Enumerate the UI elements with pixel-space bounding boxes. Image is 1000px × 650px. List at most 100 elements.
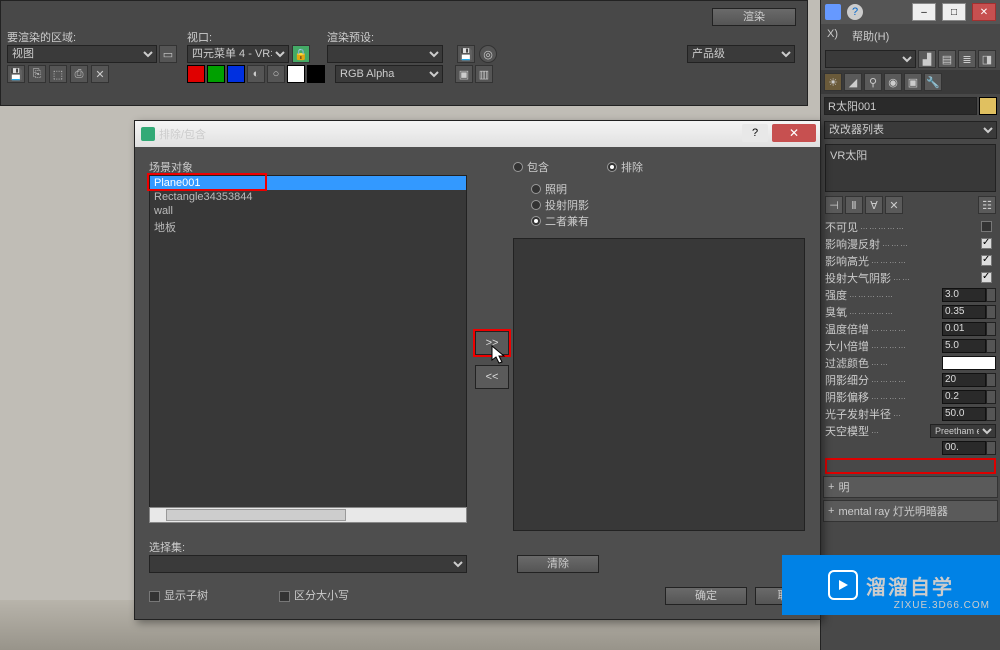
quality-dropdown[interactable]: 产品级 bbox=[687, 45, 795, 63]
chk-showtree[interactable] bbox=[149, 591, 160, 602]
swatch-black[interactable] bbox=[307, 65, 325, 83]
region-icon[interactable]: ▭ bbox=[159, 45, 177, 63]
remove-mod-icon[interactable]: ✕ bbox=[885, 196, 903, 214]
spinner-arrows[interactable] bbox=[986, 339, 996, 353]
spin-intensity[interactable]: 3.0 bbox=[942, 288, 986, 302]
clear-icon[interactable]: ✕ bbox=[91, 65, 109, 83]
help-icon[interactable]: ? bbox=[847, 4, 863, 20]
utilities-tab-icon[interactable]: 🔧 bbox=[924, 73, 942, 91]
layers-icon[interactable]: ≣ bbox=[958, 50, 976, 68]
radio-include[interactable] bbox=[513, 162, 523, 172]
unique-icon[interactable]: ∀ bbox=[865, 196, 883, 214]
object-name-field[interactable] bbox=[824, 97, 977, 115]
motion-tab-icon[interactable]: ◉ bbox=[884, 73, 902, 91]
save-preset-icon[interactable]: 💾 bbox=[457, 45, 475, 63]
save-icon[interactable]: 💾 bbox=[7, 65, 25, 83]
move-right-button[interactable]: >> bbox=[475, 331, 509, 355]
menu-x[interactable]: X) bbox=[827, 28, 838, 44]
spinner-arrows[interactable] bbox=[986, 288, 996, 302]
clone-icon[interactable]: ⬚ bbox=[49, 65, 67, 83]
modifier-stack[interactable]: VR太阳 bbox=[825, 144, 996, 192]
mono-channel-icon[interactable]: ○ bbox=[267, 65, 285, 83]
preset-dropdown[interactable] bbox=[327, 45, 443, 63]
menu-help[interactable]: 帮助(H) bbox=[852, 28, 889, 44]
copy-icon[interactable]: ⎘ bbox=[28, 65, 46, 83]
spin-shadowsub[interactable]: 20 bbox=[942, 373, 986, 387]
show-result-icon[interactable]: Ⅱ bbox=[845, 196, 863, 214]
render-button[interactable]: 渲染 bbox=[712, 8, 796, 26]
named-sel-dropdown[interactable] bbox=[825, 50, 916, 68]
area-dropdown[interactable]: 视图 bbox=[7, 45, 157, 63]
rollout-mentalray[interactable]: +mental ray 灯光明暗器 bbox=[823, 500, 998, 522]
chk-atmos[interactable] bbox=[981, 272, 992, 283]
window-close-button[interactable]: ✕ bbox=[972, 3, 996, 21]
move-left-button[interactable]: << bbox=[475, 365, 509, 389]
blue-channel-icon[interactable] bbox=[227, 65, 245, 83]
chk-invisible[interactable] bbox=[981, 221, 992, 232]
list-scrollbar[interactable] bbox=[149, 507, 467, 523]
dialog-help-button[interactable]: ? bbox=[742, 124, 768, 142]
display-tab-icon[interactable]: ▣ bbox=[904, 73, 922, 91]
chk-specular[interactable] bbox=[981, 255, 992, 266]
hierarchy-tab-icon[interactable]: ⚲ bbox=[864, 73, 882, 91]
chk-case[interactable] bbox=[279, 591, 290, 602]
modifier-list-dropdown[interactable]: 改改器列表 bbox=[824, 121, 997, 139]
radio-exclude[interactable] bbox=[607, 162, 617, 172]
dialog-titlebar[interactable]: 排除/包含 ? ✕ bbox=[135, 121, 820, 147]
swatch-white[interactable] bbox=[287, 65, 305, 83]
scene-objects-list[interactable]: Plane001 Rectangle34353844 wall 地板 bbox=[149, 175, 467, 515]
red-channel-icon[interactable] bbox=[187, 65, 205, 83]
minimize-button[interactable]: – bbox=[912, 3, 936, 21]
list-item[interactable]: Plane001 bbox=[150, 176, 466, 190]
spin-turb[interactable]: 0.01 bbox=[942, 322, 986, 336]
ok-button[interactable]: 确定 bbox=[665, 587, 747, 605]
rollout-shadow[interactable]: +明 bbox=[823, 476, 998, 498]
spin-extra[interactable]: 00. bbox=[942, 441, 986, 455]
excluded-list[interactable] bbox=[513, 238, 805, 531]
selection-set-dropdown[interactable] bbox=[149, 555, 467, 573]
radio-both[interactable] bbox=[531, 216, 541, 226]
overlay-icon[interactable]: ▣ bbox=[455, 65, 473, 83]
spin-size[interactable]: 5.0 bbox=[942, 339, 986, 353]
case-label: 区分大小写 bbox=[294, 590, 349, 602]
sky-model-dropdown[interactable]: Preetham et bbox=[930, 424, 996, 438]
radio-illum[interactable] bbox=[531, 184, 541, 194]
list-item[interactable]: wall bbox=[150, 204, 466, 218]
clear-button[interactable]: 清除 bbox=[517, 555, 599, 573]
lock-icon[interactable]: 🔒 bbox=[292, 45, 310, 63]
dialog-close-button[interactable]: ✕ bbox=[772, 124, 816, 142]
spinner-arrows[interactable] bbox=[986, 305, 996, 319]
list-item[interactable]: 地板 bbox=[150, 218, 466, 236]
maximize-button[interactable]: □ bbox=[942, 3, 966, 21]
object-color-swatch[interactable] bbox=[979, 97, 997, 115]
spin-photon[interactable]: 50.0 bbox=[942, 407, 986, 421]
spin-ozone[interactable]: 0.35 bbox=[942, 305, 986, 319]
channel-dropdown[interactable]: RGB Alpha bbox=[335, 65, 443, 83]
spin-shadowbias[interactable]: 0.2 bbox=[942, 390, 986, 404]
exclude-button-highlight[interactable] bbox=[825, 458, 996, 474]
scrollbar-thumb[interactable] bbox=[166, 509, 346, 521]
print-icon[interactable]: ⎙ bbox=[70, 65, 88, 83]
mirror-icon[interactable]: ▟ bbox=[918, 50, 936, 68]
spinner-arrows[interactable] bbox=[986, 441, 996, 455]
spinner-arrows[interactable] bbox=[986, 390, 996, 404]
alpha-channel-icon[interactable]: ◐ bbox=[247, 65, 265, 83]
chk-diffuse[interactable] bbox=[981, 238, 992, 249]
target-icon[interactable]: ◎ bbox=[479, 45, 497, 63]
radio-shadow[interactable] bbox=[531, 200, 541, 210]
spinner-arrows[interactable] bbox=[986, 322, 996, 336]
spinner-arrows[interactable] bbox=[986, 407, 996, 421]
viewport-dropdown[interactable]: 四元菜单 4 - VR‡ bbox=[187, 45, 289, 63]
filter-color-swatch[interactable] bbox=[942, 356, 996, 370]
modifier-item[interactable]: VR太阳 bbox=[830, 150, 867, 162]
create-tab-icon[interactable]: ☀ bbox=[824, 73, 842, 91]
split-icon[interactable]: ▥ bbox=[475, 65, 493, 83]
pin-stack-icon[interactable]: ⊣ bbox=[825, 196, 843, 214]
green-channel-icon[interactable] bbox=[207, 65, 225, 83]
modify-tab-icon[interactable]: ◢ bbox=[844, 73, 862, 91]
spinner-arrows[interactable] bbox=[986, 373, 996, 387]
list-item[interactable]: Rectangle34353844 bbox=[150, 190, 466, 204]
align-icon[interactable]: ▤ bbox=[938, 50, 956, 68]
configure-sets-icon[interactable]: ☷ bbox=[978, 196, 996, 214]
scene-explorer-icon[interactable]: ◨ bbox=[978, 50, 996, 68]
